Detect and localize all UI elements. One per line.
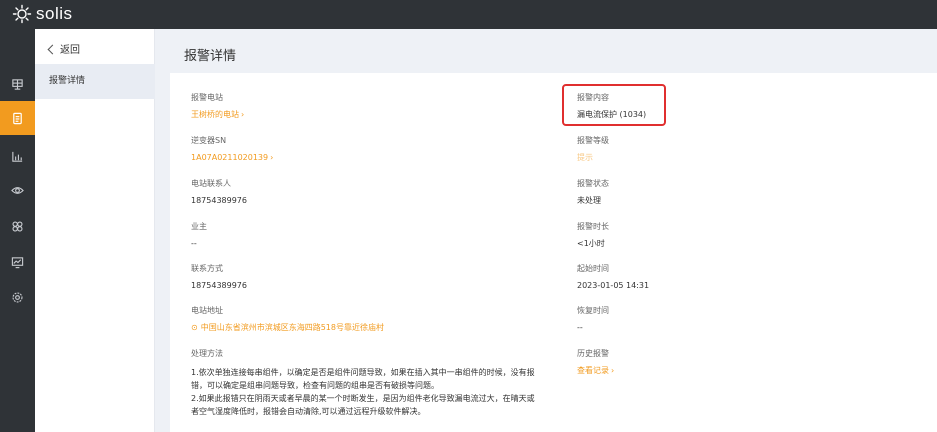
highlight-box bbox=[562, 84, 666, 126]
field-label: 电站地址 bbox=[191, 306, 223, 315]
rail-item-screen[interactable] bbox=[0, 245, 35, 279]
method-line: 1.依次单独连接每串组件，以确定是否是组件问题导致，如果在插入其中一串组件的时候… bbox=[191, 368, 535, 377]
rail-item-plant[interactable] bbox=[0, 67, 35, 101]
watermark-logo-icon: ❍ bbox=[38, 406, 49, 421]
field-start-time: 起始时间 2023-01-05 14:31 bbox=[577, 263, 649, 291]
field-contact-person: 电站联系人 18754389976 bbox=[191, 178, 247, 206]
start-time-value: 2023-01-05 14:31 bbox=[577, 281, 650, 290]
address-value: 中国山东省滨州市滨城区东海四路518号靠近徐庙村 bbox=[200, 323, 384, 332]
field-label: 恢复时间 bbox=[577, 306, 609, 315]
watermark-text: 大数跨境 bbox=[54, 405, 115, 423]
history-link[interactable]: 查看记录 › bbox=[577, 365, 614, 376]
contact-person-value: 18754389976 bbox=[191, 196, 247, 205]
inverter-sn: 1A07A0211020139 bbox=[191, 153, 269, 162]
method-line: 者空气湿度降低时，报错会自动清除,可以通过远程升级软件解决。 bbox=[191, 407, 426, 416]
back-label: 返回 bbox=[60, 45, 80, 56]
field-alarm-level: 报警等级 提示 bbox=[577, 135, 609, 163]
alarm-duration-value: <1小时 bbox=[577, 239, 605, 248]
method-text: 1.依次单独连接每串组件，以确定是否是组件问题导致，如果在插入其中一串组件的时候… bbox=[191, 366, 561, 418]
field-label: 报警电站 bbox=[191, 93, 223, 102]
field-address: 电站地址 ⊙ 中国山东省滨州市滨城区东海四路518号靠近徐庙村 bbox=[191, 305, 384, 333]
field-label: 报警时长 bbox=[577, 222, 609, 231]
chevron-right-icon: › bbox=[611, 366, 615, 375]
inverter-sn-link[interactable]: 1A07A0211020139 › bbox=[191, 152, 273, 163]
sun-logo-icon bbox=[12, 4, 32, 24]
chart-icon bbox=[12, 151, 23, 162]
chevron-right-icon: › bbox=[241, 110, 245, 119]
device-icon bbox=[13, 112, 22, 124]
field-label: 历史报警 bbox=[577, 349, 609, 358]
field-recovery-time: 恢复时间 -- bbox=[577, 305, 609, 333]
rail-item-settings[interactable] bbox=[0, 280, 35, 314]
clover-icon bbox=[12, 220, 23, 232]
rail-item-service[interactable] bbox=[0, 209, 35, 243]
field-history: 历史报警 查看记录 › bbox=[577, 348, 614, 376]
top-bar: solis bbox=[0, 0, 937, 29]
brand-logo[interactable]: solis bbox=[12, 4, 73, 24]
page-title: 报警详情 bbox=[184, 49, 237, 64]
plant-name: 王树桥的电站 bbox=[191, 110, 239, 119]
rail-item-report[interactable] bbox=[0, 139, 35, 173]
subnav-item-alarm-detail[interactable]: 报警详情 bbox=[35, 64, 155, 99]
alarm-status-value: 未处理 bbox=[577, 196, 601, 205]
gear-icon bbox=[12, 291, 23, 303]
location-pin-icon: ⊙ bbox=[191, 323, 198, 332]
monitor-icon bbox=[11, 256, 24, 268]
field-label: 处理方法 bbox=[191, 349, 223, 358]
plant-icon bbox=[12, 78, 23, 90]
recovery-time-value: -- bbox=[577, 323, 583, 332]
chevron-left-icon bbox=[47, 44, 58, 54]
chevron-right-icon: › bbox=[270, 153, 274, 162]
contact-method-value: 18754389976 bbox=[191, 281, 247, 290]
rail-item-monitor[interactable] bbox=[0, 173, 35, 207]
field-label: 逆变器SN bbox=[191, 136, 227, 145]
alarm-level-value: 提示 bbox=[577, 153, 593, 162]
field-alarm-duration: 报警时长 <1小时 bbox=[577, 221, 609, 249]
sub-navigation: 返回 报警详情 bbox=[35, 29, 155, 432]
field-method-label: 处理方法 bbox=[191, 348, 223, 359]
field-label: 业主 bbox=[191, 222, 207, 231]
owner-value: -- bbox=[191, 239, 197, 248]
field-label: 报警等级 bbox=[577, 136, 609, 145]
icon-rail bbox=[0, 29, 35, 432]
plant-link[interactable]: 王树桥的电站 › bbox=[191, 109, 244, 120]
eye-icon bbox=[11, 186, 24, 194]
field-contact-method: 联系方式 18754389976 bbox=[191, 263, 247, 291]
history-link-label: 查看记录 bbox=[577, 366, 609, 375]
rail-item-device[interactable] bbox=[0, 101, 35, 135]
field-label: 报警状态 bbox=[577, 179, 609, 188]
watermark: ❍ 大数跨境 bbox=[38, 403, 115, 424]
field-inverter-sn: 逆变器SN 1A07A0211020139 › bbox=[191, 135, 273, 163]
method-line: 2.如果此报错只在阴雨天或者早晨的某一个时断发生，是因为组件老化导致漏电流过大，… bbox=[191, 394, 535, 403]
method-line: 错，可以确定是组串问题导致，检查有问题的组串是否有破损等问题。 bbox=[191, 381, 439, 390]
field-owner: 业主 -- bbox=[191, 221, 207, 249]
field-label: 起始时间 bbox=[577, 264, 609, 273]
field-alarm-status: 报警状态 未处理 bbox=[577, 178, 609, 206]
field-label: 电站联系人 bbox=[191, 179, 231, 188]
back-link[interactable]: 返回 bbox=[47, 41, 80, 56]
address-link[interactable]: ⊙ 中国山东省滨州市滨城区东海四路518号靠近徐庙村 bbox=[191, 322, 384, 333]
field-alarm-plant: 报警电站 王树桥的电站 › bbox=[191, 92, 244, 120]
brand-name: solis bbox=[36, 4, 73, 23]
field-label: 联系方式 bbox=[191, 264, 223, 273]
